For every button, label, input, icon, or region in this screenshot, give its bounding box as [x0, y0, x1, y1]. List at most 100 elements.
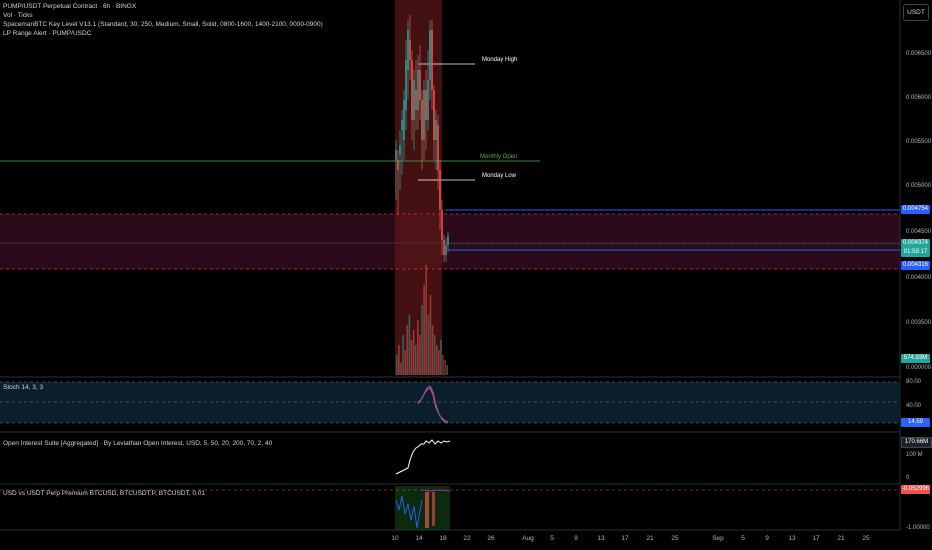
price-tick: 0.000000	[906, 365, 932, 371]
candle-body	[409, 40, 411, 60]
volume-bar	[398, 345, 400, 375]
legend-symbol[interactable]: PUMP/USDT Perpetual Contract · 6h · BING…	[3, 3, 136, 11]
price-tick: 0.004000	[906, 275, 932, 281]
time-tick: 26	[487, 535, 495, 542]
volume-bar	[429, 295, 432, 375]
premium-red-bar	[432, 492, 435, 526]
time-tick: 25	[862, 535, 870, 542]
candle-body	[431, 30, 433, 90]
volume-bar	[414, 345, 417, 375]
time-tick: 18	[439, 535, 447, 542]
stoch-tick: 80.00	[906, 379, 922, 385]
volume-bar	[408, 315, 411, 375]
price-tick: 0.004500	[906, 229, 932, 235]
volume-bar	[433, 335, 436, 375]
volume-bar	[417, 320, 419, 375]
premium-bg	[395, 486, 450, 530]
session-highlight	[395, 0, 442, 375]
monday-high-label: Monday High	[482, 57, 518, 63]
time-tick: 9	[574, 535, 578, 542]
oi-tick: 0	[906, 475, 910, 481]
current-price-tag: 0.004374	[901, 239, 930, 248]
candle-body	[407, 30, 409, 70]
price-tick: 0.003500	[906, 320, 932, 326]
candle-body	[433, 90, 435, 140]
candle-body	[423, 90, 425, 140]
candle-body	[445, 245, 447, 255]
time-tick: 9	[765, 535, 769, 542]
time-tick: 13	[597, 535, 605, 542]
volume-bar	[421, 305, 423, 375]
time-tick: 5	[741, 535, 745, 542]
lower-level-tag: 0.004316	[901, 261, 930, 270]
price-tick: 0.005500	[906, 139, 932, 145]
volume-bar	[410, 340, 413, 375]
volume-bar	[427, 315, 430, 375]
candle-body	[439, 170, 441, 210]
volume-bar	[442, 355, 444, 375]
chart-stage[interactable]: PUMP/USDT Perpetual Contract · 6h · BING…	[0, 0, 932, 550]
volume-bar	[404, 350, 406, 375]
premium-label[interactable]: USD vs USDT Perp Premium BTCUSD, BTCUSDT…	[3, 490, 205, 497]
time-tick: 5	[550, 535, 554, 542]
candle-body	[399, 145, 401, 155]
oi-label[interactable]: Open Interest Suite [Aggregated] · By Le…	[3, 440, 272, 447]
time-tick: Sep	[712, 535, 724, 542]
candle-body	[397, 160, 399, 170]
time-tick: 21	[646, 535, 654, 542]
stoch-label[interactable]: Stoch 14, 3, 3	[3, 384, 43, 391]
time-tick: 10	[391, 535, 399, 542]
candle-body	[447, 236, 449, 245]
time-tick: 17	[812, 535, 820, 542]
candle-body	[437, 125, 439, 170]
price-tick: 0.006500	[906, 51, 932, 57]
legend-lp-range[interactable]: LP Range Alert · PUMP/USDC	[3, 30, 91, 38]
candle-body	[419, 70, 421, 100]
volume-bar	[402, 335, 404, 375]
volume-bar	[396, 355, 398, 375]
time-tick: 13	[788, 535, 796, 542]
monday-low-label: Monday Low	[482, 173, 517, 179]
legend-key-level[interactable]: SpacemanBTC Key Level V13.1 (Standard, 3…	[3, 21, 323, 29]
volume-bar	[406, 325, 409, 375]
candle-body	[427, 80, 429, 120]
price-tick: 0.006000	[906, 95, 932, 101]
volume-bar	[400, 363, 402, 375]
chart-canvas[interactable]	[0, 0, 932, 550]
volume-bar	[435, 345, 438, 375]
time-tick: 22	[463, 535, 471, 542]
stoch-value-tag: 14.59	[901, 418, 930, 427]
candle-body	[413, 80, 415, 120]
upper-level-tag: 0.004754	[901, 205, 930, 214]
currency-button[interactable]: USDT	[903, 4, 929, 21]
monthly-open-label: Monthly Open	[480, 154, 518, 160]
candle-body	[441, 210, 443, 240]
volume-bar	[438, 350, 440, 375]
time-tick: 25	[671, 535, 679, 542]
candle-body	[417, 70, 419, 110]
countdown-tag: 01:59:17	[901, 248, 930, 257]
time-tick: 14	[415, 535, 423, 542]
volume-bar	[423, 285, 425, 375]
liquidity-zone	[0, 214, 900, 269]
candle-body	[415, 90, 417, 110]
candle-body	[395, 150, 397, 160]
oi-line	[395, 439, 451, 475]
volume-tag: 574.93M	[901, 354, 930, 363]
legend-volume[interactable]: Vol · Ticks	[3, 12, 33, 20]
volume-bar	[431, 325, 434, 375]
premium-red-bar	[425, 492, 429, 528]
candle-body	[443, 240, 445, 255]
premium-line-2	[421, 489, 451, 492]
candle-body	[403, 100, 405, 140]
candle-body	[435, 120, 437, 140]
time-tick: 17	[621, 535, 629, 542]
candle-body	[429, 30, 431, 80]
candle-body	[421, 100, 423, 140]
oi-value-tag: 170.66M	[901, 437, 932, 448]
stoch-band	[0, 382, 900, 423]
volume-bar	[444, 360, 446, 375]
time-tick: 21	[837, 535, 845, 542]
premium-value-tag: -0.052996	[901, 485, 930, 494]
candle-body	[401, 120, 403, 130]
